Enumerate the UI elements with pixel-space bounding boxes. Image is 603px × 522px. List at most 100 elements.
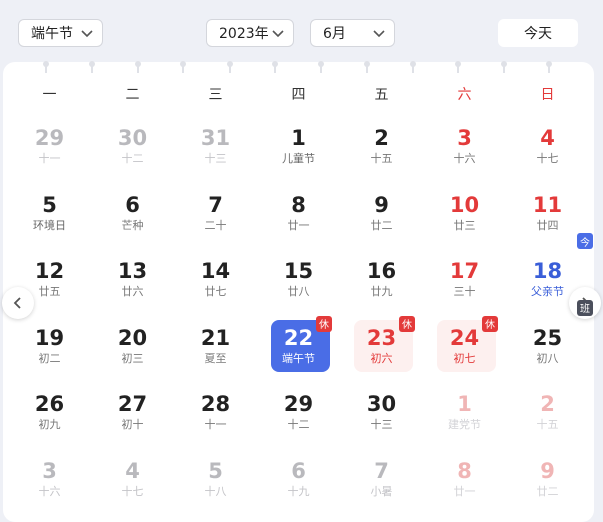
binder-ring	[501, 61, 507, 73]
day-number: 4	[125, 458, 140, 483]
lunar-date: 廿一	[453, 484, 476, 498]
day-number: 9	[540, 458, 555, 483]
lunar-date: 十一	[204, 418, 227, 431]
day-number: 15	[283, 259, 314, 283]
workday-badge: 班	[577, 299, 593, 316]
day-cell[interactable]: 15 廿八	[257, 247, 340, 314]
lunar-date: 小暑	[370, 484, 393, 498]
binder-ring	[135, 61, 141, 73]
day-cell[interactable]: 29 十一	[8, 114, 91, 181]
lunar-date: 廿九	[370, 285, 393, 298]
day-number: 7	[208, 192, 223, 217]
lunar-date: 廿二	[370, 218, 393, 232]
lunar-date: 芒种	[121, 218, 144, 232]
day-cell[interactable]: 19 初二	[8, 314, 91, 381]
day-cell[interactable]: 7 二十	[174, 181, 257, 248]
day-cell[interactable]: 10 廿三	[423, 181, 506, 248]
day-cell[interactable]: 26 初九	[8, 380, 91, 447]
lunar-date: 十二	[121, 152, 144, 165]
year-select-value: 2023年	[219, 26, 269, 42]
lunar-date: 十三	[370, 418, 393, 431]
day-cell[interactable]: 8 廿一	[423, 447, 506, 514]
day-cell[interactable]: 8 廿一	[257, 181, 340, 248]
day-cell[interactable]: 27 初十	[91, 380, 174, 447]
day-cell[interactable]: 31 十三	[174, 114, 257, 181]
lunar-date: 廿八	[287, 285, 310, 298]
lunar-date: 十八	[204, 484, 227, 498]
day-number: 23	[366, 325, 397, 350]
day-cell[interactable]: 25 初八 班	[506, 299, 593, 381]
day-number: 26	[34, 392, 65, 416]
day-number: 25	[532, 325, 563, 350]
day-cell[interactable]: 9 廿二	[340, 181, 423, 248]
day-number: 1	[457, 392, 472, 416]
binder-ring	[180, 61, 186, 73]
day-number: 16	[366, 259, 397, 283]
day-cell[interactable]: 1 建党节	[423, 380, 506, 447]
day-number: 10	[449, 192, 480, 217]
day-cell-selected[interactable]: 22 端午节 休	[257, 314, 340, 381]
day-cell[interactable]: 14 廿七	[174, 247, 257, 314]
day-number: 5	[42, 192, 57, 217]
day-number: 14	[200, 259, 231, 283]
lunar-date: 建党节	[448, 418, 481, 431]
day-cell[interactable]: 20 初三	[91, 314, 174, 381]
lunar-date: 十五	[370, 152, 393, 165]
day-cell[interactable]: 4 十七	[506, 114, 589, 181]
lunar-date: 儿童节	[282, 152, 315, 165]
rest-day-badge: 休	[482, 315, 498, 332]
day-cell[interactable]: 1 儿童节	[257, 114, 340, 181]
lunar-date: 十七	[536, 152, 559, 165]
day-cell[interactable]: 6 芒种	[91, 181, 174, 248]
day-cell[interactable]: 13 廿六	[91, 247, 174, 314]
day-cell[interactable]: 6 十九	[257, 447, 340, 514]
day-cell[interactable]: 24 初七 休	[423, 314, 506, 381]
day-cell[interactable]: 5 十八	[174, 447, 257, 514]
day-number: 19	[34, 325, 65, 350]
lunar-date: 廿七	[204, 285, 227, 298]
weekday-label: 四	[291, 87, 306, 103]
prev-month-button[interactable]	[2, 287, 34, 319]
today-button[interactable]: 今天	[498, 19, 578, 47]
lunar-date: 初六	[370, 351, 393, 365]
lunar-date: 初九	[38, 418, 61, 431]
day-cell[interactable]: 23 初六 休	[340, 314, 423, 381]
day-cell[interactable]: 16 廿九	[340, 247, 423, 314]
day-cell[interactable]: 2 十五	[340, 114, 423, 181]
day-cell[interactable]: 3 十六	[423, 114, 506, 181]
lunar-date: 十一	[38, 152, 61, 165]
day-cell[interactable]: 5 环境日	[8, 181, 91, 248]
day-cell[interactable]: 9 廿二	[506, 447, 589, 514]
binder-ring	[43, 61, 49, 73]
day-number: 30	[117, 126, 148, 150]
day-number: 8	[291, 192, 306, 217]
weekday-label: 一	[42, 87, 57, 103]
day-number: 2	[374, 126, 389, 150]
day-cell[interactable]: 3 十六	[8, 447, 91, 514]
day-cell[interactable]: 21 夏至	[174, 314, 257, 381]
year-select[interactable]: 2023年	[206, 19, 294, 47]
binder-ring	[364, 61, 370, 73]
day-number: 4	[540, 126, 555, 150]
day-cell[interactable]: 29 十二	[257, 380, 340, 447]
calendar-toolbar: 端午节 2023年 6月 今天	[0, 0, 603, 62]
day-number: 9	[374, 192, 389, 217]
holiday-select-value: 端午节	[31, 26, 73, 42]
lunar-date: 初七	[453, 351, 476, 365]
day-number: 29	[34, 126, 65, 150]
day-cell[interactable]: 30 十三	[340, 380, 423, 447]
month-select[interactable]: 6月	[310, 19, 395, 47]
binder-ring	[318, 61, 324, 73]
day-number: 27	[117, 392, 148, 416]
day-cell[interactable]: 28 十一	[174, 380, 257, 447]
chevron-down-icon	[272, 30, 284, 38]
day-cell[interactable]: 4 十七	[91, 447, 174, 514]
day-cell[interactable]: 2 十五	[506, 380, 589, 447]
day-cell[interactable]: 30 十二	[91, 114, 174, 181]
holiday-select[interactable]: 端午节	[18, 19, 103, 47]
binder-ring	[546, 61, 552, 73]
day-cell[interactable]: 17 三十	[423, 247, 506, 314]
day-number: 20	[117, 325, 148, 350]
lunar-date: 十七	[121, 484, 144, 498]
day-cell[interactable]: 7 小暑	[340, 447, 423, 514]
